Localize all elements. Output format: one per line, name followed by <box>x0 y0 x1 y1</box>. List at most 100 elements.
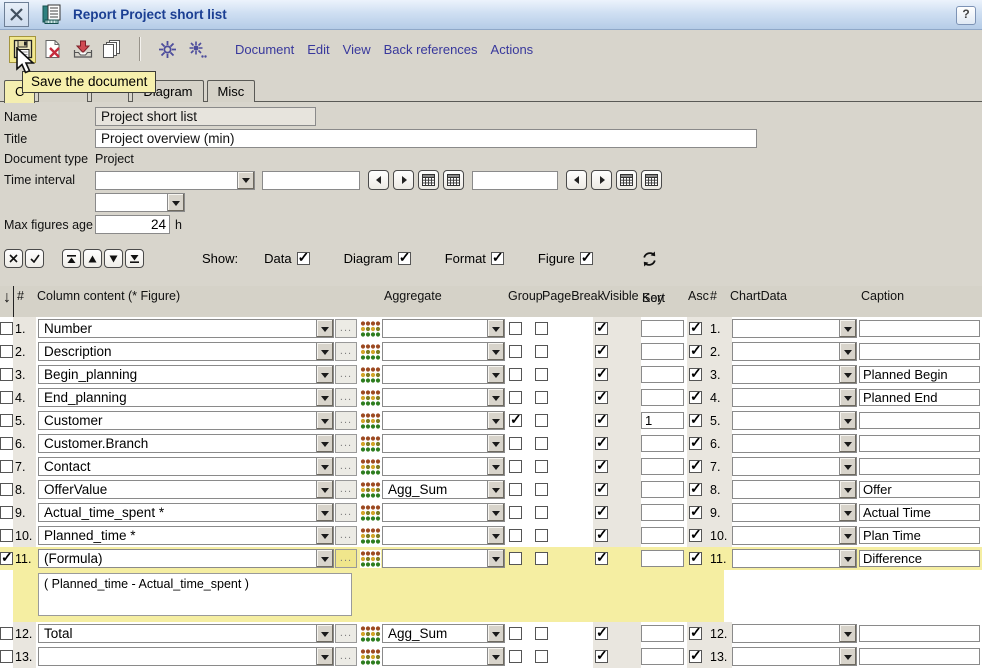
caption-input[interactable] <box>859 481 980 498</box>
asc-checkbox[interactable] <box>689 506 702 519</box>
menu-actions[interactable]: Actions <box>491 42 534 57</box>
caption-input[interactable] <box>859 625 980 642</box>
dropdown-arrow-icon[interactable] <box>839 366 856 383</box>
dropdown-arrow-icon[interactable] <box>839 343 856 360</box>
interval-from-prev-button[interactable] <box>368 170 389 190</box>
pagebreak-checkbox[interactable] <box>535 460 548 473</box>
interval-to-field[interactable] <box>472 171 558 190</box>
column-content-dropdown[interactable]: OfferValue <box>38 480 334 499</box>
format-palette-icon[interactable] <box>360 389 381 407</box>
row-select-checkbox[interactable] <box>0 391 13 404</box>
caption-input[interactable] <box>859 320 980 337</box>
sortkey-input[interactable] <box>641 366 684 383</box>
chartdata-dropdown[interactable] <box>732 457 857 476</box>
row-select-checkbox[interactable] <box>0 345 13 358</box>
ellipsis-button[interactable]: ... <box>335 503 357 522</box>
caption-input[interactable] <box>859 366 980 383</box>
pagebreak-checkbox[interactable] <box>535 437 548 450</box>
asc-checkbox[interactable] <box>689 650 702 663</box>
ellipsis-button[interactable]: ... <box>335 624 357 643</box>
dropdown-arrow-icon[interactable] <box>487 343 504 360</box>
visible-checkbox[interactable] <box>595 483 608 496</box>
group-checkbox[interactable] <box>509 506 522 519</box>
format-palette-icon[interactable] <box>360 625 381 643</box>
format-palette-icon[interactable] <box>360 458 381 476</box>
interval-to-prev-button[interactable] <box>566 170 587 190</box>
asc-checkbox[interactable] <box>689 529 702 542</box>
asc-checkbox[interactable] <box>689 437 702 450</box>
chartdata-dropdown[interactable] <box>732 388 857 407</box>
dropdown-arrow-icon[interactable] <box>487 550 504 567</box>
group-checkbox[interactable] <box>509 414 522 427</box>
row-select-checkbox[interactable] <box>0 552 13 565</box>
column-content-dropdown[interactable]: Planned_time * <box>38 526 334 545</box>
asc-checkbox[interactable] <box>689 627 702 640</box>
chartdata-dropdown[interactable] <box>732 526 857 545</box>
dropdown-arrow-icon[interactable] <box>316 435 333 452</box>
row-select-checkbox[interactable] <box>0 627 13 640</box>
interval-from-field[interactable] <box>262 171 360 190</box>
dropdown-arrow-icon[interactable] <box>316 320 333 337</box>
format-palette-icon[interactable] <box>360 435 381 453</box>
visible-checkbox[interactable] <box>595 650 608 663</box>
visible-checkbox[interactable] <box>595 368 608 381</box>
column-content-dropdown[interactable]: Actual_time_spent * <box>38 503 334 522</box>
visible-checkbox[interactable] <box>595 460 608 473</box>
aggregate-dropdown[interactable] <box>382 503 505 522</box>
format-palette-icon[interactable] <box>360 343 381 361</box>
chartdata-dropdown[interactable] <box>732 624 857 643</box>
pagebreak-checkbox[interactable] <box>535 506 548 519</box>
ellipsis-button[interactable]: ... <box>335 342 357 361</box>
dropdown-arrow-icon[interactable] <box>316 504 333 521</box>
refresh-button[interactable] <box>641 251 658 267</box>
group-checkbox[interactable] <box>509 460 522 473</box>
ellipsis-button[interactable]: ... <box>335 434 357 453</box>
sortkey-input[interactable] <box>641 343 684 360</box>
asc-checkbox[interactable] <box>689 552 702 565</box>
sortkey-input[interactable] <box>641 320 684 337</box>
interval-from-next-button[interactable] <box>393 170 414 190</box>
row-select-checkbox[interactable] <box>0 529 13 542</box>
group-checkbox[interactable] <box>509 437 522 450</box>
tab-misc[interactable]: Misc <box>207 80 256 102</box>
format-palette-icon[interactable] <box>360 648 381 666</box>
dropdown-arrow-icon[interactable] <box>167 194 184 211</box>
ellipsis-button[interactable]: ... <box>335 319 357 338</box>
visible-checkbox[interactable] <box>595 391 608 404</box>
ellipsis-button[interactable]: ... <box>335 365 357 384</box>
column-content-dropdown[interactable]: Customer <box>38 411 334 430</box>
interval-to-next-button[interactable] <box>591 170 612 190</box>
column-content-dropdown[interactable]: (Formula) <box>38 549 334 568</box>
ellipsis-button[interactable]: ... <box>335 549 357 568</box>
asc-checkbox[interactable] <box>689 483 702 496</box>
sort-order-icon[interactable]: ↓ <box>3 289 11 307</box>
row-select-checkbox[interactable] <box>0 368 13 381</box>
menu-document[interactable]: Document <box>235 42 294 57</box>
select-none-button[interactable] <box>4 249 23 268</box>
dropdown-arrow-icon[interactable] <box>839 625 856 642</box>
pagebreak-checkbox[interactable] <box>535 345 548 358</box>
sortkey-input[interactable] <box>641 458 684 475</box>
column-content-dropdown[interactable]: Contact <box>38 457 334 476</box>
sortkey-input[interactable] <box>641 504 684 521</box>
column-content-dropdown[interactable]: Customer.Branch <box>38 434 334 453</box>
group-checkbox[interactable] <box>509 322 522 335</box>
aggregate-dropdown[interactable] <box>382 434 505 453</box>
pagebreak-checkbox[interactable] <box>535 391 548 404</box>
pagebreak-checkbox[interactable] <box>535 552 548 565</box>
chartdata-dropdown[interactable] <box>732 342 857 361</box>
dropdown-arrow-icon[interactable] <box>316 366 333 383</box>
menu-view[interactable]: View <box>343 42 371 57</box>
caption-input[interactable] <box>859 343 980 360</box>
caption-input[interactable] <box>859 412 980 429</box>
menu-back-references[interactable]: Back references <box>384 42 478 57</box>
pagebreak-checkbox[interactable] <box>535 650 548 663</box>
format-palette-icon[interactable] <box>360 412 381 430</box>
dropdown-arrow-icon[interactable] <box>487 481 504 498</box>
column-content-dropdown[interactable]: Description <box>38 342 334 361</box>
row-select-checkbox[interactable] <box>0 506 13 519</box>
pagebreak-checkbox[interactable] <box>535 322 548 335</box>
formula-textarea[interactable]: ( Planned_time - Actual_time_spent ) <box>38 573 352 616</box>
chartdata-dropdown[interactable] <box>732 411 857 430</box>
move-up-button[interactable] <box>83 249 102 268</box>
